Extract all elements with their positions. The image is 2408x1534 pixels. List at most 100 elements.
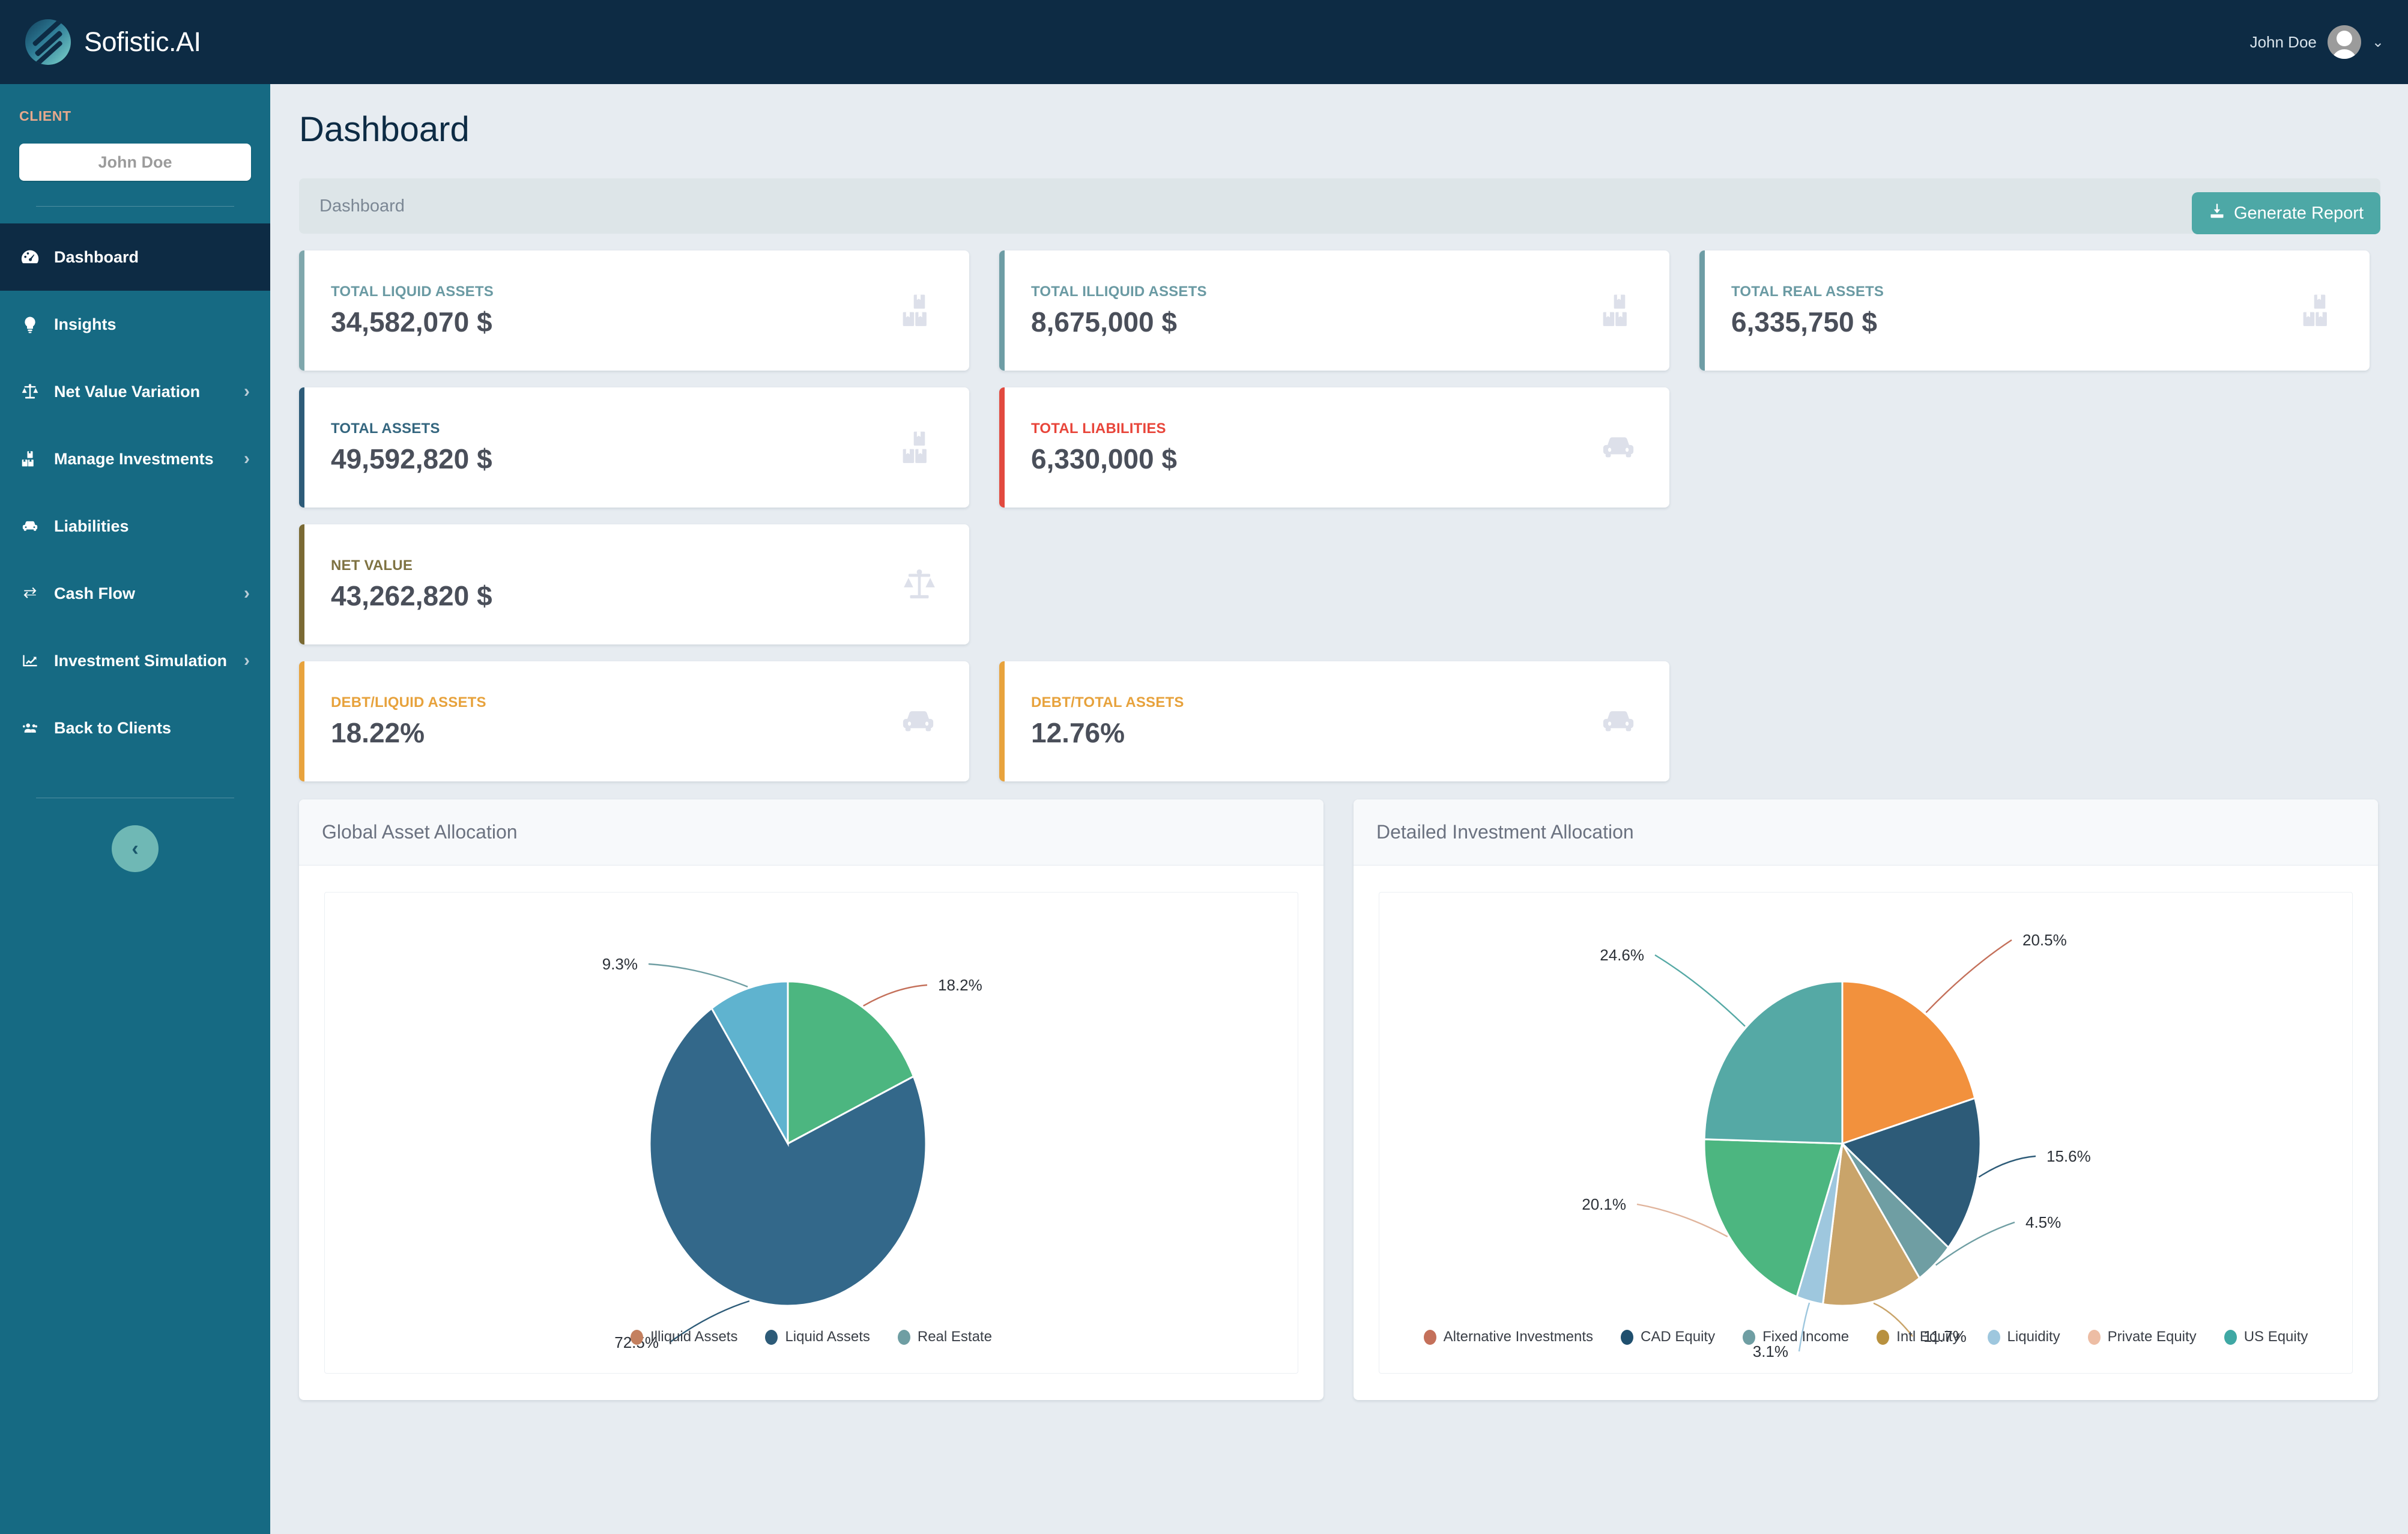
metric-card-total-liabilities[interactable]: TOTAL LIABILITIES 6,330,000 $	[999, 387, 1669, 508]
sidebar-item-label: Back to Clients	[54, 718, 172, 737]
metric-label: DEBT/TOTAL ASSETS	[1031, 694, 1184, 711]
panel-body: 18.2%72.5%9.3%Illiquid AssetsLiquid Asse…	[299, 866, 1323, 1400]
chevron-right-icon[interactable]: ›	[244, 449, 250, 469]
metric-value: 6,330,000 $	[1031, 443, 1178, 474]
client-selector[interactable]: John Doe	[19, 144, 251, 181]
car-icon	[18, 518, 42, 535]
legend-item[interactable]: Fixed Income	[1743, 1329, 1849, 1345]
metric-card-row: TOTAL LIQUID ASSETS 34,582,070 $ TOTAL ILL…	[299, 250, 2380, 371]
metric-label: TOTAL ILLIQUID ASSETS	[1031, 283, 1207, 300]
chevron-right-icon[interactable]: ›	[244, 650, 250, 671]
legend-color-dot	[1621, 1329, 1634, 1345]
legend-item[interactable]: Intl Equity	[1877, 1329, 1960, 1345]
pie-slice-label: 4.5%	[2025, 1213, 2061, 1231]
brand-name: Sofistic.AI	[84, 26, 201, 57]
legend-label: Real Estate	[917, 1329, 992, 1345]
legend-item[interactable]: Liquidity	[1987, 1329, 2060, 1345]
legend-item[interactable]: Real Estate	[897, 1329, 992, 1345]
metric-card-total-real-assets[interactable]: TOTAL REAL ASSETS 6,335,750 $	[1699, 250, 2370, 371]
scale-icon	[18, 382, 42, 401]
sidebar-item-label: Insights	[54, 315, 116, 333]
chevron-right-icon[interactable]: ›	[244, 381, 250, 402]
boxes-icon	[898, 429, 940, 466]
metric-cards-grid: TOTAL LIQUID ASSETS 34,582,070 $ TOTAL ILL…	[299, 250, 2380, 781]
legend-color-dot	[1987, 1329, 2000, 1345]
page-title: Dashboard	[299, 110, 470, 149]
sidebar: CLIENT John Doe Dashboard Insights Net Val…	[0, 84, 270, 1534]
metric-card-debt-total-assets[interactable]: DEBT/TOTAL ASSETS 12.76%	[999, 661, 1669, 781]
pie-slice[interactable]	[1703, 980, 1844, 1145]
pie-slice-label: 18.2%	[938, 976, 982, 994]
pie-slice-label: 24.6%	[1600, 946, 1644, 964]
car-icon	[1596, 704, 1641, 739]
user-menu[interactable]: John Doe ⌄	[2250, 25, 2408, 59]
metric-card-total-liquid-assets[interactable]: TOTAL LIQUID ASSETS 34,582,070 $	[299, 250, 969, 371]
legend-item[interactable]: Private Equity	[2087, 1329, 2197, 1345]
legend-label: CAD Equity	[1641, 1329, 1716, 1345]
metric-card-net-value[interactable]: NET VALUE 43,262,820 $	[299, 524, 969, 644]
brand-logo-area[interactable]: Sofistic.AI	[0, 0, 270, 84]
metric-label: DEBT/LIQUID ASSETS	[331, 694, 486, 711]
legend-color-dot	[2224, 1329, 2237, 1345]
chevron-right-icon[interactable]: ›	[244, 583, 250, 604]
car-icon	[1596, 430, 1641, 465]
main-content: Dashboard Generate Report Dashboard TOTA…	[270, 84, 2408, 1534]
sidebar-item-dashboard[interactable]: Dashboard	[0, 223, 270, 291]
metric-value: 49,592,820 $	[331, 443, 492, 474]
sidebar-item-liabilities[interactable]: Liabilities	[0, 493, 270, 560]
sidebar-item-net-value-variation[interactable]: Net Value Variation ›	[0, 358, 270, 425]
metric-value: 43,262,820 $	[331, 580, 492, 611]
metric-text: TOTAL LIABILITIES 6,330,000 $	[1031, 420, 1177, 475]
legend-color-dot	[1423, 1329, 1436, 1345]
sidebar-item-label: Manage Investments	[54, 449, 214, 468]
sidebar-collapse-button[interactable]: ‹	[112, 825, 159, 872]
chevron-down-icon[interactable]: ⌄	[2372, 34, 2384, 51]
metric-label: TOTAL REAL ASSETS	[1731, 283, 1884, 300]
panel-title: Global Asset Allocation	[299, 799, 1323, 866]
metric-value: 34,582,070 $	[331, 306, 492, 338]
metric-text: TOTAL LIQUID ASSETS 34,582,070 $	[331, 283, 494, 338]
legend-item[interactable]: CAD Equity	[1621, 1329, 1715, 1345]
dashboard-icon	[18, 247, 42, 267]
pie-slice-label: 20.5%	[2022, 931, 2067, 949]
legend-item[interactable]: Alternative Investments	[1423, 1329, 1593, 1345]
legend-item[interactable]: Illiquid Assets	[631, 1329, 737, 1345]
client-label: CLIENT	[19, 108, 71, 124]
sidebar-item-label: Dashboard	[54, 247, 139, 266]
download-icon	[2209, 202, 2225, 224]
metric-card-total-assets[interactable]: TOTAL ASSETS 49,592,820 $	[299, 387, 969, 508]
sidebar-item-investment-simulation[interactable]: Investment Simulation ›	[0, 627, 270, 694]
exchange-icon	[18, 586, 42, 601]
pie-chart-detailed-investment-allocation: 20.5% 15.6% 4.5% 11.7% 3.1% 20.1% 24.6% Alterna…	[1379, 892, 2353, 1374]
legend-item[interactable]: Liquid Assets	[765, 1329, 870, 1345]
metric-card-total-illiquid-assets[interactable]: TOTAL ILLIQUID ASSETS 8,675,000 $	[999, 250, 1669, 371]
metric-text: TOTAL REAL ASSETS 6,335,750 $	[1731, 283, 1884, 338]
legend-item[interactable]: US Equity	[2224, 1329, 2308, 1345]
pie-slice-label: 9.3%	[602, 955, 638, 973]
metric-text: DEBT/TOTAL ASSETS 12.76%	[1031, 694, 1184, 749]
metric-text: TOTAL ILLIQUID ASSETS 8,675,000 $	[1031, 283, 1207, 338]
metric-text: NET VALUE 43,262,820 $	[331, 557, 492, 612]
legend-label: Private Equity	[2107, 1329, 2197, 1345]
sidebar-item-manage-investments[interactable]: Manage Investments ›	[0, 425, 270, 493]
scale-icon	[898, 566, 940, 603]
pie-slice-label: 20.1%	[1582, 1195, 1626, 1213]
legend-label: Liquid Assets	[785, 1329, 870, 1345]
sofistic-logo-icon	[25, 19, 71, 65]
legend-color-dot	[1877, 1329, 1890, 1345]
legend-color-dot	[1743, 1329, 1756, 1345]
avatar[interactable]	[2327, 25, 2361, 59]
metric-label: TOTAL ASSETS	[331, 420, 440, 437]
generate-report-button[interactable]: Generate Report	[2191, 192, 2380, 234]
metric-card-row: DEBT/LIQUID ASSETS 18.22% DEBT/TOTAL ASSET…	[299, 661, 2380, 781]
metric-card-row: TOTAL ASSETS 49,592,820 $ TOTAL LIABILITIE…	[299, 387, 2380, 508]
sidebar-item-insights[interactable]: Insights	[0, 291, 270, 358]
sidebar-item-back-to-clients[interactable]: Back to Clients	[0, 694, 270, 762]
sidebar-item-label: Investment Simulation	[54, 651, 228, 670]
chart-line-icon	[18, 652, 42, 669]
sidebar-nav: Dashboard Insights Net Value Variation › Man…	[0, 223, 270, 762]
sidebar-item-cash-flow[interactable]: Cash Flow ›	[0, 560, 270, 627]
metric-card-debt-liquid-assets[interactable]: DEBT/LIQUID ASSETS 18.22%	[299, 661, 969, 781]
metric-value: 18.22%	[331, 717, 425, 748]
car-icon	[896, 704, 940, 739]
